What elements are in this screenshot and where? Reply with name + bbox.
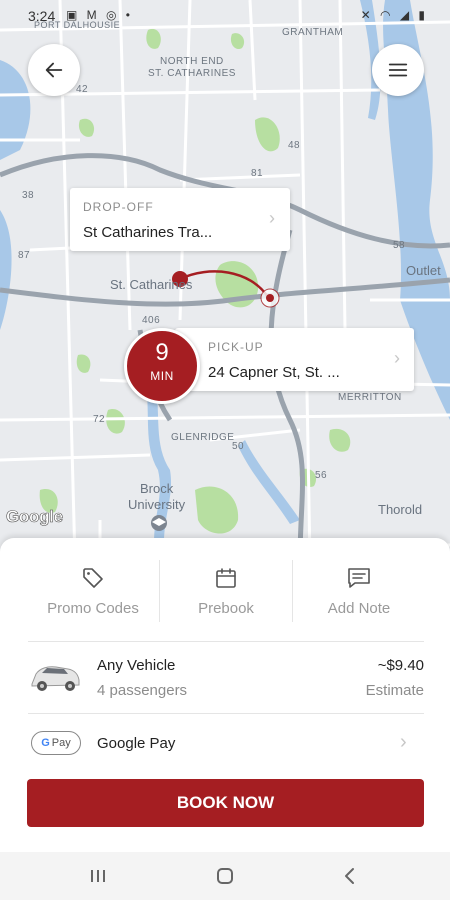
- tag-icon: [83, 568, 103, 588]
- back-chevron-icon: [345, 868, 354, 884]
- calendar-icon: [216, 568, 236, 588]
- highway-shield: 81: [251, 168, 264, 179]
- fare-estimate-label: Estimate: [365, 682, 424, 699]
- highway-shield: 58: [393, 240, 406, 251]
- dropoff-card[interactable]: DROP-OFF St Catharines Tra... ›: [70, 188, 290, 251]
- map-label-university: University: [128, 497, 186, 512]
- highway-shield: 87: [18, 250, 31, 261]
- home-icon: [217, 868, 233, 884]
- chevron-right-icon: ›: [394, 348, 400, 368]
- prebook-label: Prebook: [198, 600, 254, 617]
- prebook-button[interactable]: Prebook: [160, 558, 292, 628]
- map-label-glenridge: GLENRIDGE: [171, 432, 235, 443]
- menu-button[interactable]: [372, 44, 424, 96]
- pickup-label: PICK-UP: [208, 340, 264, 354]
- vehicle-name: Any Vehicle: [97, 657, 176, 674]
- add-note-label: Add Note: [327, 600, 391, 617]
- payment-method: Google Pay: [97, 735, 176, 752]
- hamburger-menu-icon: [388, 63, 408, 77]
- system-navigation-bar: [0, 852, 450, 900]
- note-icon: [348, 568, 370, 588]
- status-bar: 3:24 ▣ M ◎ • ✕ ◠ ◢ ▮: [0, 0, 450, 32]
- map-label-st-catharines: St. Catharines: [110, 277, 193, 292]
- map-label-north-end: NORTH END: [160, 56, 224, 67]
- highway-shield: 72: [93, 414, 106, 425]
- dropoff-address: St Catharines Tra...: [83, 224, 213, 241]
- arrow-left-icon: [45, 62, 63, 78]
- google-attribution: Google: [6, 507, 64, 527]
- map-label-merritton: MERRITTON: [338, 392, 402, 403]
- notification-icons: ▣ M ◎ •: [66, 8, 134, 22]
- chevron-right-icon: ›: [269, 208, 275, 228]
- vehicle-capacity: 4 passengers: [97, 682, 188, 699]
- highway-shield: 48: [288, 140, 301, 151]
- highway-shield: 406: [142, 315, 161, 326]
- promo-codes-label: Promo Codes: [47, 600, 139, 617]
- home-button[interactable]: [205, 862, 245, 890]
- google-pay-icon: G Pay: [31, 731, 81, 755]
- fare-price: ~$9.40: [377, 657, 424, 674]
- system-back-button[interactable]: [330, 862, 370, 890]
- book-now-button[interactable]: BOOK NOW: [27, 779, 424, 827]
- vehicle-row[interactable]: Any Vehicle 4 passengers ~$9.40 Estimate: [0, 642, 450, 712]
- eta-value: 9: [155, 339, 169, 366]
- eta-unit: MIN: [150, 369, 174, 383]
- car-icon: [31, 666, 80, 691]
- map-label-thorold: Thorold: [378, 502, 423, 517]
- status-time: 3:24: [28, 8, 56, 24]
- promo-codes-button[interactable]: Promo Codes: [27, 558, 159, 628]
- pickup-card[interactable]: PICK-UP 24 Capner St, St. ... ›: [175, 328, 414, 391]
- highway-shield: 38: [22, 190, 35, 201]
- system-status-icons: ✕ ◠ ◢ ▮: [360, 8, 428, 22]
- recent-apps-icon: [91, 870, 105, 882]
- eta-badge: 9 MIN: [124, 328, 200, 404]
- pickup-address: 24 Capner St, St. ...: [208, 364, 340, 381]
- add-note-button[interactable]: Add Note: [293, 558, 425, 628]
- dropoff-marker: [266, 294, 274, 302]
- map-label-outlet: Outlet: [406, 263, 441, 278]
- highway-shield: 42: [76, 84, 89, 95]
- back-button[interactable]: [28, 44, 80, 96]
- recent-apps-button[interactable]: [78, 862, 118, 890]
- chevron-right-icon: ›: [400, 731, 407, 753]
- map-label-brock: Brock: [140, 481, 174, 496]
- map-label-st-catharines-area: ST. CATHARINES: [148, 68, 236, 79]
- highway-shield: 56: [315, 470, 328, 481]
- dropoff-label: DROP-OFF: [83, 200, 154, 214]
